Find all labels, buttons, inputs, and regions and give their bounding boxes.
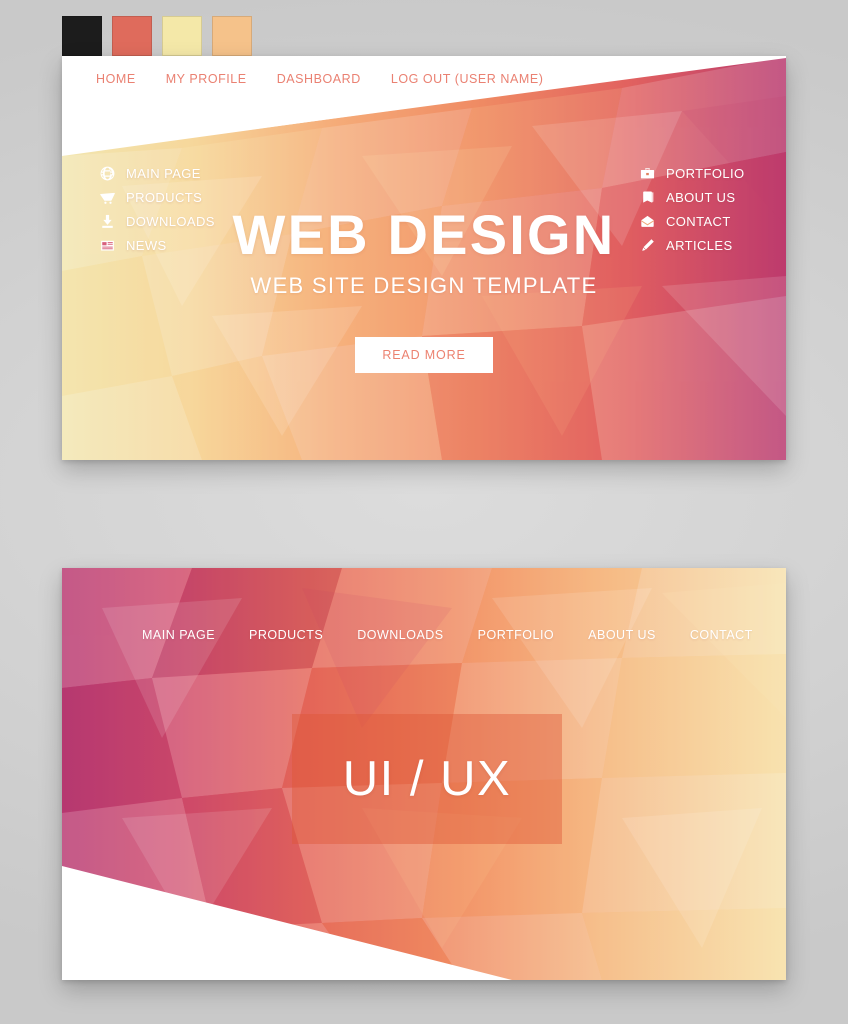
left-menu-item-products[interactable]: PRODUCTS	[100, 190, 215, 205]
web-design-hero-card: HOME MY PROFILE DASHBOARD LOG OUT (USER NAM…	[62, 56, 786, 460]
swatch-peach[interactable]	[212, 16, 252, 56]
ui-ux-banner-panel: UI / UX	[292, 714, 562, 844]
nav-link-contact[interactable]: CONTACT	[690, 628, 753, 642]
page-subtitle: WEB SITE DESIGN TEMPLATE	[250, 273, 598, 299]
newspaper-icon	[100, 238, 115, 253]
left-menu-item-main-page[interactable]: MAIN PAGE	[100, 166, 215, 181]
pencil-icon	[640, 238, 655, 253]
nav-link-log-out-user-name[interactable]: LOG OUT (USER NAME)	[391, 72, 544, 86]
left-menu-item-label: MAIN PAGE	[126, 166, 201, 181]
left-menu-item-label: PRODUCTS	[126, 190, 203, 205]
left-menu-item-news[interactable]: NEWS	[100, 238, 215, 253]
right-menu-item-portfolio[interactable]: PORTFOLIO	[640, 166, 744, 181]
left-link-menu: MAIN PAGE PRODUCTS DOWNLOADS NEWS	[100, 166, 215, 253]
briefcase-icon	[640, 166, 655, 181]
read-more-button[interactable]: READ MORE	[355, 337, 493, 374]
left-menu-item-label: DOWNLOADS	[126, 214, 215, 229]
nav-link-about-us[interactable]: ABOUT US	[588, 628, 656, 642]
download-icon	[100, 214, 115, 229]
nav-link-home[interactable]: HOME	[96, 72, 136, 86]
left-menu-item-downloads[interactable]: DOWNLOADS	[100, 214, 215, 229]
envelope-icon	[640, 214, 655, 229]
right-link-menu: PORTFOLIO ABOUT US CONTACT ARTICLES	[640, 166, 744, 253]
right-menu-item-articles[interactable]: ARTICLES	[640, 238, 744, 253]
shopping-cart-icon	[100, 190, 115, 205]
color-swatch-row	[62, 16, 252, 56]
left-menu-item-label: NEWS	[126, 238, 167, 253]
right-menu-item-about-us[interactable]: ABOUT US	[640, 190, 744, 205]
swatch-black[interactable]	[62, 16, 102, 56]
nav-link-my-profile[interactable]: MY PROFILE	[166, 72, 247, 86]
book-icon	[640, 190, 655, 205]
nav-link-downloads[interactable]: DOWNLOADS	[357, 628, 443, 642]
right-menu-item-label: ARTICLES	[666, 238, 733, 253]
nav-link-portfolio[interactable]: PORTFOLIO	[478, 628, 555, 642]
right-menu-item-contact[interactable]: CONTACT	[640, 214, 744, 229]
ui-ux-banner-text: UI / UX	[342, 752, 512, 806]
nav-link-products[interactable]: PRODUCTS	[249, 628, 323, 642]
nav-link-main-page[interactable]: MAIN PAGE	[142, 628, 215, 642]
swatch-cream[interactable]	[162, 16, 202, 56]
right-menu-item-label: CONTACT	[666, 214, 731, 229]
card-two-navigation: MAIN PAGE PRODUCTS DOWNLOADS PORTFOLIO ABOUT…	[62, 628, 786, 642]
nav-link-dashboard[interactable]: DASHBOARD	[277, 72, 361, 86]
page-root: HOME MY PROFILE DASHBOARD LOG OUT (USER NAM…	[0, 0, 848, 1024]
card-one-navigation: HOME MY PROFILE DASHBOARD LOG OUT (USER NAM…	[62, 56, 786, 102]
globe-icon	[100, 166, 115, 181]
right-menu-item-label: ABOUT US	[666, 190, 736, 205]
swatch-salmon[interactable]	[112, 16, 152, 56]
right-menu-item-label: PORTFOLIO	[666, 166, 745, 181]
